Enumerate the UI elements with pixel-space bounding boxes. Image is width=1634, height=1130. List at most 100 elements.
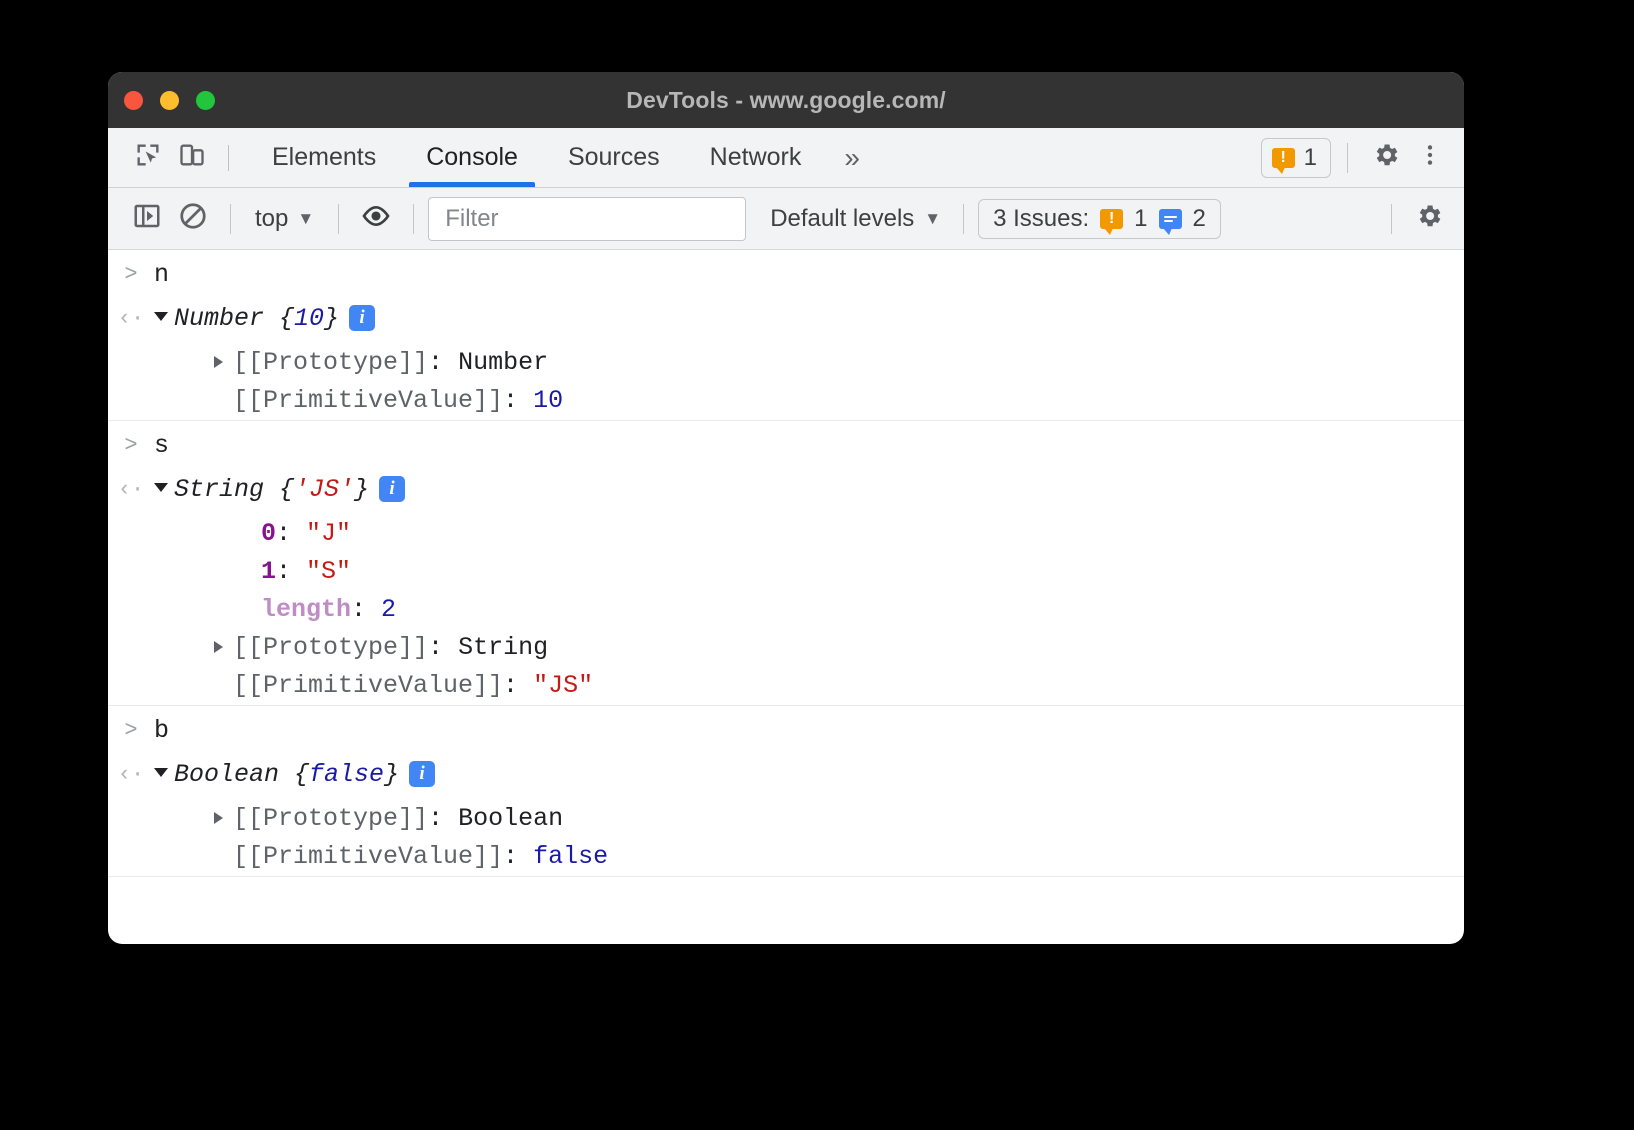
console-toolbar-right xyxy=(1377,196,1452,242)
live-expression-button[interactable] xyxy=(353,196,399,242)
console-prompt-row[interactable]: > xyxy=(108,877,1464,884)
console-property-row[interactable]: length: 2 xyxy=(108,591,1464,629)
console-input-line[interactable]: >b xyxy=(108,706,1464,756)
clear-console-icon xyxy=(178,201,208,236)
devtools-tabbar: Elements Console Sources Network » ! 1 xyxy=(108,128,1464,188)
property-key: [[PrimitiveValue]] xyxy=(233,842,503,871)
log-levels-value: Default levels xyxy=(770,205,914,233)
disclosure-triangle-collapsed-icon[interactable] xyxy=(214,356,223,368)
property-key: [[PrimitiveValue]] xyxy=(233,671,503,700)
input-prompt-icon: > xyxy=(108,256,154,294)
disclosure-triangle-collapsed-icon[interactable] xyxy=(214,812,223,824)
devtools-settings-button[interactable] xyxy=(1364,136,1408,180)
toolbar-divider-2 xyxy=(338,204,339,234)
console-property-row[interactable]: [[PrimitiveValue]]: false xyxy=(108,838,1464,876)
panel-tabs: Elements Console Sources Network » xyxy=(247,128,878,187)
clear-console-button[interactable] xyxy=(170,196,216,242)
console-input-line[interactable]: >s xyxy=(108,421,1464,471)
property-separator: : xyxy=(503,386,533,415)
chevron-down-icon: ▼ xyxy=(297,210,314,227)
close-window-button[interactable] xyxy=(124,91,143,110)
console-property-row[interactable]: [[Prototype]]: Number xyxy=(108,344,1464,382)
property-content: [[PrimitiveValue]]: 10 xyxy=(154,382,1464,420)
property-content: 0: "J" xyxy=(154,515,1464,553)
warning-count-badge[interactable]: ! 1 xyxy=(1261,138,1331,178)
devtools-more-options-button[interactable] xyxy=(1408,136,1452,180)
property-value: false xyxy=(533,842,608,871)
console-message-list[interactable]: >n‹·Number {10}i[[Prototype]]: Number[[P… xyxy=(108,250,1464,884)
info-badge-icon[interactable]: i xyxy=(379,476,405,502)
property-value: "J" xyxy=(306,519,351,548)
warning-bubble-icon: ! xyxy=(1100,209,1123,229)
output-result-icon: ‹· xyxy=(108,300,154,338)
console-sidebar-toggle-button[interactable] xyxy=(124,196,170,242)
property-value: "S" xyxy=(306,557,351,586)
property-content: 1: "S" xyxy=(154,553,1464,591)
console-property-row[interactable]: [[Prototype]]: Boolean xyxy=(108,800,1464,838)
console-group: >s‹·String {'JS'}i0: "J"1: "S"length: 2[… xyxy=(108,421,1464,706)
console-sidebar-icon xyxy=(132,201,162,236)
log-levels-selector[interactable]: Default levels ▼ xyxy=(762,201,949,237)
disclosure-triangle-collapsed-icon[interactable] xyxy=(214,641,223,653)
disclosure-triangle-open-icon[interactable] xyxy=(154,312,168,321)
console-filter-input[interactable] xyxy=(428,197,746,241)
gear-icon xyxy=(1414,201,1444,236)
output-result-icon: ‹· xyxy=(108,756,154,794)
devtools-window: DevTools - www.google.com/ xyxy=(108,72,1464,944)
console-output-line[interactable]: ‹·Boolean {false}i xyxy=(108,756,1464,800)
property-key: [[Prototype]] xyxy=(233,348,428,377)
object-preview-value: false xyxy=(309,760,384,789)
window-controls xyxy=(124,72,215,128)
console-property-row[interactable]: [[Prototype]]: String xyxy=(108,629,1464,667)
tab-elements[interactable]: Elements xyxy=(247,128,401,187)
disclosure-triangle-open-icon[interactable] xyxy=(154,483,168,492)
console-property-row[interactable]: 1: "S" xyxy=(108,553,1464,591)
warning-bubble-icon: ! xyxy=(1272,148,1295,168)
maximize-window-button[interactable] xyxy=(196,91,215,110)
info-badge-icon[interactable]: i xyxy=(409,761,435,787)
info-badge-icon[interactable]: i xyxy=(349,305,375,331)
property-content: [[Prototype]]: String xyxy=(154,629,1464,667)
property-content: [[Prototype]]: Number xyxy=(154,344,1464,382)
kebab-menu-icon xyxy=(1417,140,1443,175)
property-content: length: 2 xyxy=(154,591,1464,629)
object-constructor-name: String { xyxy=(174,475,294,504)
property-value: "JS" xyxy=(533,671,593,700)
filter-text-field[interactable] xyxy=(443,204,731,234)
property-value: Number xyxy=(458,348,548,377)
object-preview-brace: } xyxy=(354,475,369,504)
eye-icon xyxy=(360,200,392,237)
property-content: [[PrimitiveValue]]: "JS" xyxy=(154,667,1464,705)
console-output-line[interactable]: ‹·Number {10}i xyxy=(108,300,1464,344)
toolbar-divider-3 xyxy=(413,204,414,234)
more-tabs-button[interactable]: » xyxy=(826,128,878,187)
console-object-header: String {'JS'} i xyxy=(154,471,1464,509)
prompt-chevron-icon: > xyxy=(108,883,154,884)
device-toolbar-button[interactable] xyxy=(170,136,214,180)
console-output-line[interactable]: ‹·String {'JS'}i xyxy=(108,471,1464,515)
tab-sources[interactable]: Sources xyxy=(543,128,685,187)
disclosure-triangle-open-icon[interactable] xyxy=(154,768,168,777)
console-settings-button[interactable] xyxy=(1406,196,1452,242)
inspect-element-button[interactable] xyxy=(126,136,170,180)
tab-console-label: Console xyxy=(426,143,518,172)
console-toolbar: top ▼ Default levels ▼ 3 Issues: ! 1 xyxy=(108,188,1464,250)
console-property-row[interactable]: [[PrimitiveValue]]: 10 xyxy=(108,382,1464,420)
object-preview-value: 'JS' xyxy=(294,475,354,504)
chevron-down-icon: ▼ xyxy=(924,210,941,227)
tab-console[interactable]: Console xyxy=(401,128,543,187)
console-property-row[interactable]: [[PrimitiveValue]]: "JS" xyxy=(108,667,1464,705)
toolbar-divider-4 xyxy=(963,204,964,234)
property-value: String xyxy=(458,633,548,662)
execution-context-selector[interactable]: top ▼ xyxy=(245,201,324,237)
property-key: [[Prototype]] xyxy=(233,804,428,833)
tab-network[interactable]: Network xyxy=(685,128,827,187)
console-property-row[interactable]: 0: "J" xyxy=(108,515,1464,553)
property-separator: : xyxy=(276,519,306,548)
minimize-window-button[interactable] xyxy=(160,91,179,110)
console-input-text: n xyxy=(154,256,1464,294)
console-input-line[interactable]: >n xyxy=(108,250,1464,300)
property-separator: : xyxy=(276,557,306,586)
object-preview-brace: } xyxy=(384,760,399,789)
issues-counter-badge[interactable]: 3 Issues: ! 1 2 xyxy=(978,199,1221,239)
